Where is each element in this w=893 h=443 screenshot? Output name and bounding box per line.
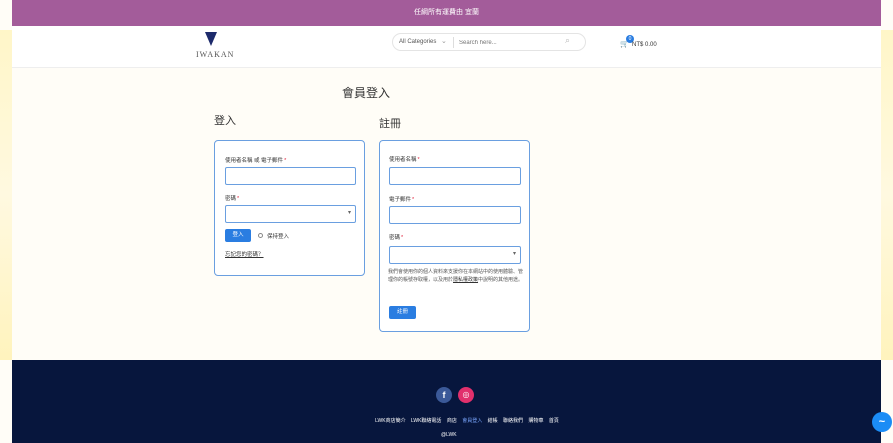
logo-text: IWAKAN xyxy=(196,50,235,59)
privacy-policy-link[interactable]: 隱私權政策 xyxy=(453,277,478,283)
register-heading: 註冊 xyxy=(379,118,401,130)
footer-link-cart[interactable]: 購物車 xyxy=(528,418,543,424)
required-mark: * xyxy=(237,196,240,202)
page-title: 會員登入 xyxy=(342,86,391,100)
footer-nav: LWK商店簡介 LWK聯絡電話 商店 會員登入 結帳 聯絡我們 購物車 首頁 xyxy=(342,417,592,424)
left-decoration xyxy=(0,30,12,360)
search-divider xyxy=(453,37,454,48)
site-header: IWAKAN All Categories ⌄ ⌕ 🛒 0 NT$ 0.00 xyxy=(12,26,881,68)
login-password-field[interactable]: ▾ xyxy=(225,205,356,223)
footer-link-about[interactable]: LWK商店簡介 xyxy=(375,418,405,424)
register-email-field[interactable] xyxy=(389,206,521,224)
footer-link-contact[interactable]: 聯絡我們 xyxy=(503,418,523,424)
login-heading: 登入 xyxy=(214,115,236,127)
logo-mark-icon xyxy=(205,32,217,46)
footer-link-home[interactable]: 首頁 xyxy=(549,418,559,424)
register-button[interactable]: 註冊 xyxy=(389,306,416,319)
remember-me-checkbox[interactable] xyxy=(258,233,263,238)
register-username-field[interactable] xyxy=(389,167,521,185)
facebook-icon[interactable]: f xyxy=(436,387,452,403)
login-username-field[interactable] xyxy=(225,167,356,185)
required-mark: * xyxy=(401,235,404,241)
forgot-password-link[interactable]: 忘記您的密碼？ xyxy=(225,250,264,258)
register-form: 使用者名稱* 電子郵件* 密碼* ▾ 我們會使用你的個人資料來支援你在本網站中的… xyxy=(379,140,530,332)
category-select[interactable]: All Categories xyxy=(399,39,436,45)
show-password-icon[interactable]: ▾ xyxy=(513,250,516,257)
chevron-down-icon[interactable]: ⌄ xyxy=(441,37,447,45)
privacy-notice: 我們會使用你的個人資料來支援你在本網站中的使用體驗、管理你的帳號存取權，以及用於… xyxy=(388,269,524,283)
register-email-label: 電子郵件* xyxy=(389,197,415,203)
required-mark: * xyxy=(412,197,415,203)
footer-link-checkout[interactable]: 結帳 xyxy=(488,418,498,424)
site-footer: f ◎ LWK商店簡介 LWK聯絡電話 商店 會員登入 結帳 聯絡我們 購物車 … xyxy=(12,360,881,443)
copyright-text: @LWK xyxy=(441,432,457,438)
login-username-label: 使用者名稱 或 電子郵件* xyxy=(225,158,287,164)
right-decoration xyxy=(881,30,893,360)
required-mark: * xyxy=(284,158,287,164)
instagram-icon[interactable]: ◎ xyxy=(458,387,474,403)
announcement-bar: 任綱所有運費由 宜蘭 xyxy=(12,0,881,26)
login-button[interactable]: 登入 xyxy=(225,229,251,242)
show-password-icon[interactable]: ▾ xyxy=(348,209,351,216)
site-logo[interactable]: IWAKAN xyxy=(196,30,236,64)
register-username-label: 使用者名稱* xyxy=(389,157,420,163)
cart-amount: NT$ 0.00 xyxy=(632,42,657,48)
login-password-label: 密碼* xyxy=(225,196,240,202)
search-input[interactable] xyxy=(459,37,559,48)
search-icon[interactable]: ⌕ xyxy=(565,35,570,46)
login-form: 使用者名稱 或 電子郵件* 密碼* ▾ 登入 保持登入 忘記您的密碼？ xyxy=(214,140,365,276)
required-mark: * xyxy=(417,157,420,163)
announcement-text: 任綱所有運費由 宜蘭 xyxy=(414,9,479,16)
messenger-chat-icon[interactable]: ~ xyxy=(872,412,892,432)
search-bar: All Categories ⌄ ⌕ xyxy=(392,33,586,51)
register-password-field[interactable]: ▾ xyxy=(389,246,521,264)
footer-link-phone[interactable]: LWK聯絡電話 xyxy=(411,418,441,424)
remember-me-label: 保持登入 xyxy=(267,234,290,240)
footer-link-shop[interactable]: 商店 xyxy=(447,418,457,424)
footer-link-login[interactable]: 會員登入 xyxy=(462,418,482,424)
register-password-label: 密碼* xyxy=(389,235,404,241)
